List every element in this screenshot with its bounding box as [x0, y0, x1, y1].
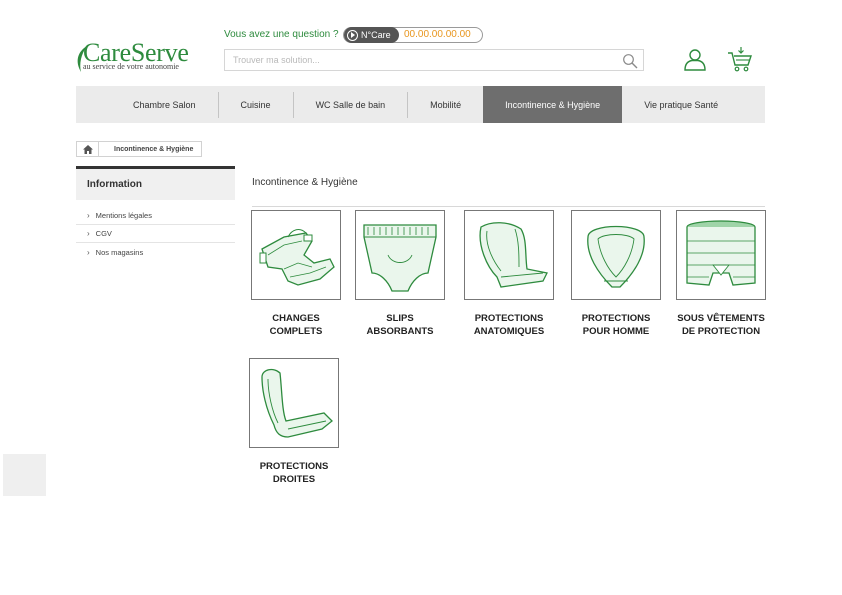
careserve-logo[interactable]: CareServe au service de votre autonomie [75, 38, 215, 72]
contact-question: Vous avez une question ? [224, 29, 339, 40]
play-icon [347, 29, 358, 41]
product-label: SOUS VÊTEMENTS DE PROTECTION [671, 312, 771, 338]
sidebar-item-label: Nos magasins [95, 247, 144, 257]
product-thumbnail [571, 210, 661, 300]
product-label-line1: SOUS VÊTEMENTS [677, 313, 765, 324]
nav-item-cuisine[interactable]: Cuisine [219, 86, 293, 123]
product-label: PROTECTIONS POUR HOMME [566, 312, 666, 338]
title-divider [252, 206, 765, 207]
breadcrumb: Incontinence & Hygiène [76, 141, 203, 157]
chevron-right-icon: › [87, 247, 90, 257]
scroll-top-button[interactable] [3, 454, 46, 496]
product-label-line1: PROTECTIONS [581, 313, 651, 324]
product-label: CHANGES COMPLETS [246, 312, 346, 338]
sidebar: Information › Mentions légales › CGV › Nos … [76, 166, 235, 261]
diaper-icon [259, 229, 335, 286]
sidebar-item-label: CGV [95, 229, 112, 238]
search-bar [224, 49, 644, 71]
sidebar-item-nos-magasins[interactable]: › Nos magasins [76, 243, 235, 261]
pull-up-pants-icon [363, 224, 437, 292]
product-label: SLIPS ABSORBANTS [350, 312, 450, 338]
nav-item-wc-salle-de-bain[interactable]: WC Salle de bain [294, 86, 408, 123]
breadcrumb-current: Incontinence & Hygiène [114, 145, 194, 153]
user-account-icon[interactable] [683, 47, 707, 71]
product-label-line2: ANATOMIQUES [473, 326, 545, 337]
logo-tagline: au service de votre autonomie [83, 62, 179, 71]
phone-badge-label: N°Care [361, 30, 391, 40]
product-protections-pour-homme[interactable]: PROTECTIONS POUR HOMME [566, 210, 666, 338]
product-thumbnail [676, 210, 766, 300]
product-thumbnail [251, 210, 341, 300]
nav-item-chambre-salon[interactable]: Chambre Salon [111, 86, 218, 123]
phone-number: 00.00.00.00.00 [404, 29, 471, 40]
sidebar-links: › Mentions légales › CGV › Nos magasins [76, 207, 235, 261]
straight-pad-icon [261, 368, 333, 438]
product-label-line1: PROTECTIONS [474, 313, 544, 324]
product-thumbnail [249, 358, 339, 448]
breadcrumb-home[interactable] [77, 142, 99, 156]
search-icon[interactable] [622, 53, 638, 69]
product-slips-absorbants[interactable]: SLIPS ABSORBANTS [350, 210, 450, 338]
product-label-line2: DROITES [272, 474, 316, 485]
mesh-pants-icon [686, 220, 756, 286]
product-changes-complets[interactable]: CHANGES COMPLETS [246, 210, 346, 338]
page-title: Incontinence & Hygiène [252, 177, 358, 188]
product-thumbnail [464, 210, 554, 300]
product-label: PROTECTIONS ANATOMIQUES [459, 312, 559, 338]
nav-item-incontinence-hygiene[interactable]: Incontinence & Hygiène [483, 86, 623, 123]
male-pad-icon [587, 225, 645, 288]
nav-item-vie-pratique-sante[interactable]: Vie pratique Santé [622, 86, 740, 123]
search-input[interactable] [225, 50, 605, 70]
product-label-line1: CHANGES [272, 313, 320, 324]
anatomic-pad-icon [479, 222, 548, 288]
product-thumbnail [355, 210, 445, 300]
phone-badge: N°Care [344, 27, 399, 43]
phone-contact[interactable]: N°Care 00.00.00.00.00 [343, 27, 483, 43]
sidebar-item-cgv[interactable]: › CGV [76, 225, 235, 243]
sidebar-title: Information [76, 166, 235, 200]
product-label: PROTECTIONS DROITES [244, 460, 344, 486]
main-navigation: Chambre Salon Cuisine WC Salle de bain M… [76, 86, 765, 123]
sidebar-item-label: Mentions légales [95, 211, 152, 220]
chevron-right-icon: › [87, 229, 90, 238]
product-label-line1: PROTECTIONS [259, 461, 329, 472]
chevron-right-icon: › [87, 211, 90, 220]
nav-item-mobilite[interactable]: Mobilité [408, 86, 483, 123]
product-protections-droites[interactable]: PROTECTIONS DROITES [244, 358, 344, 486]
sidebar-item-mentions-legales[interactable]: › Mentions légales [76, 207, 235, 225]
product-protections-anatomiques[interactable]: PROTECTIONS ANATOMIQUES [459, 210, 559, 338]
cart-icon[interactable] [727, 46, 753, 72]
home-icon [82, 144, 93, 154]
product-label-line1: SLIPS [386, 313, 414, 324]
product-label-line2: COMPLETS [269, 326, 323, 337]
product-label-line2: DE PROTECTION [681, 326, 761, 337]
product-label-line2: POUR HOMME [582, 326, 650, 337]
product-label-line2: ABSORBANTS [366, 326, 434, 337]
product-sous-vetements-de-protection[interactable]: SOUS VÊTEMENTS DE PROTECTION [671, 210, 771, 338]
